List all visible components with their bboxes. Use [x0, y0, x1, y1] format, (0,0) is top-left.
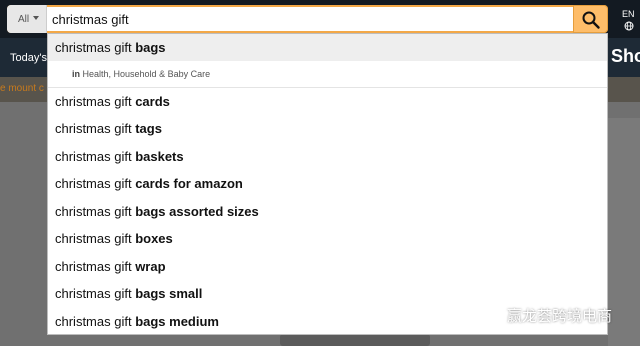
search-button[interactable] [573, 5, 608, 33]
suggestion-completion: cards [135, 94, 170, 109]
suggestion-prefix: christmas gift [55, 314, 136, 329]
watermark-text: 赢龙荟跨境电商 [507, 307, 613, 325]
suggestion-prefix: christmas gift [55, 231, 136, 246]
suggestion-item[interactable]: christmas gift cards [48, 88, 607, 115]
suggestion-prefix: christmas gift [55, 149, 136, 164]
suggestion-department-name: Health, Household & Baby Care [82, 69, 211, 79]
suggestion-item[interactable]: christmas gift tags [48, 115, 607, 142]
suggestion-item[interactable]: christmas gift baskets [48, 143, 607, 170]
suggestion-prefix: christmas gift [55, 40, 136, 55]
sub-banner-text: e mount c [0, 83, 44, 94]
suggestion-prefix: christmas gift [55, 204, 136, 219]
suggestion-completion: baskets [135, 149, 184, 164]
suggestion-completion: bags small [135, 286, 203, 301]
suggestion-completion: cards for amazon [135, 176, 243, 191]
watermark: 赢龙荟跨境电商 [467, 303, 637, 329]
suggestion-item[interactable]: christmas gift boxes [48, 225, 607, 252]
search-input[interactable] [52, 9, 567, 29]
search-suggestions-dropdown: christmas gift bags in Health, Household… [47, 33, 608, 335]
search-category-label: All [18, 14, 30, 25]
globe-icon [624, 21, 634, 31]
caret-down-icon [33, 16, 39, 20]
nav-todays-deals-link[interactable]: Today's [10, 52, 47, 64]
suggestion-item[interactable]: christmas gift cards for amazon [48, 170, 607, 197]
suggestion-item[interactable]: christmas gift bags assorted sizes [48, 198, 607, 225]
search-icon [582, 11, 600, 29]
suggestion-completion: boxes [135, 231, 173, 246]
suggestion-prefix: christmas gift [55, 286, 136, 301]
suggestion-completion: bags medium [135, 314, 219, 329]
suggestion-completion: tags [135, 121, 162, 136]
suggestion-prefix: christmas gift [55, 121, 136, 136]
suggestion-completion: bags [135, 40, 166, 55]
suggestion-item[interactable]: christmas gift bags [48, 34, 607, 61]
suggestion-prefix: christmas gift [55, 94, 136, 109]
suggestion-department[interactable]: in Health, Household & Baby Care [72, 69, 210, 79]
language-selector[interactable]: EN [622, 9, 635, 19]
product-image-fragment [280, 334, 430, 346]
suggestion-prefix: christmas gift [55, 259, 136, 274]
suggestion-item[interactable]: christmas gift wrap [48, 253, 607, 280]
wechat-logo-icon [468, 303, 499, 326]
suggestion-department-in: in [72, 69, 80, 79]
suggestion-completion: wrap [135, 259, 166, 274]
suggestion-prefix: christmas gift [55, 176, 136, 191]
suggestion-completion: bags assorted sizes [135, 204, 259, 219]
nav-promo-text: Sho [611, 46, 640, 66]
